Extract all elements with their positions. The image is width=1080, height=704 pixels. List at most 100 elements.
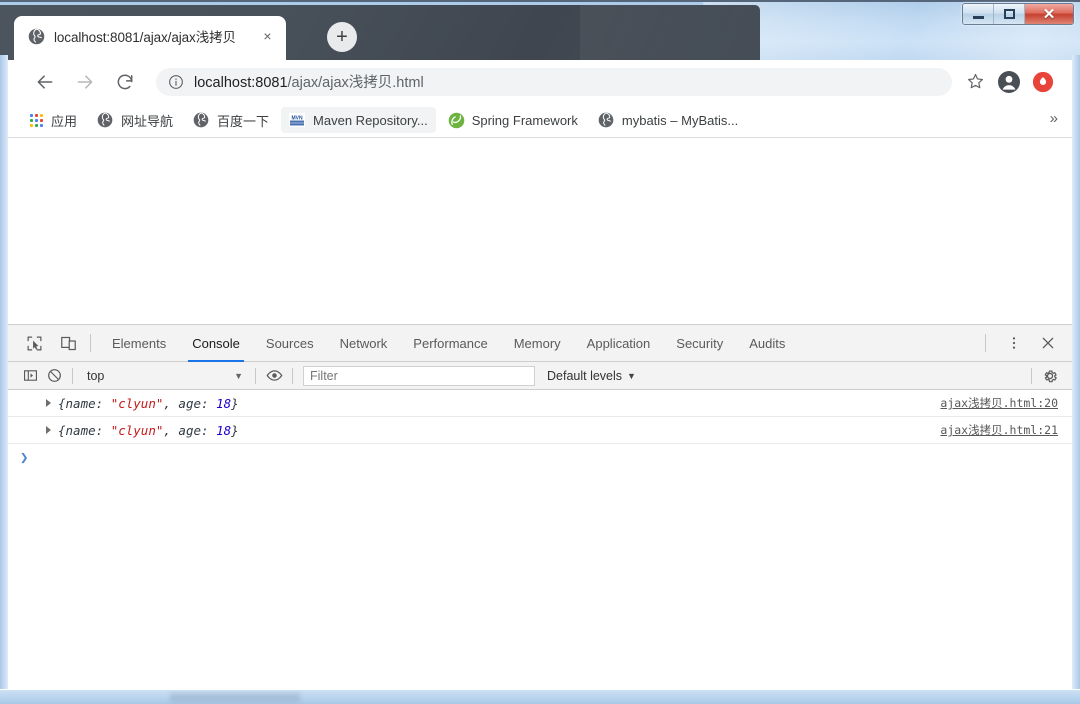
object-string-value: "clyun" bbox=[110, 422, 164, 438]
url-host: localhost:8081 bbox=[194, 75, 288, 91]
devtools-tab-application[interactable]: Application bbox=[574, 325, 664, 362]
devtools-tab-security[interactable]: Security bbox=[663, 325, 736, 362]
maven-icon: MVN bbox=[289, 112, 306, 128]
devtools-close-button[interactable] bbox=[1034, 329, 1062, 357]
back-button[interactable] bbox=[28, 65, 62, 99]
devtools-more-button[interactable] bbox=[1000, 329, 1028, 357]
console-context-value: top bbox=[87, 368, 105, 383]
window-bottom-edge bbox=[0, 689, 1080, 704]
bookmark-star-button[interactable] bbox=[960, 67, 990, 97]
address-bar-text: localhost:8081/ajax/ajax浅拷贝.html bbox=[194, 71, 424, 92]
filter-divider bbox=[72, 367, 73, 384]
bookmark-item-4[interactable]: mybatis – MyBatis... bbox=[590, 107, 746, 133]
toolbar-divider bbox=[985, 334, 986, 352]
globe-icon bbox=[28, 28, 45, 45]
new-tab-button[interactable]: + bbox=[327, 22, 357, 52]
arrow-right-icon bbox=[77, 74, 93, 89]
close-icon: ✕ bbox=[1042, 6, 1056, 23]
svg-text:MVN: MVN bbox=[291, 115, 303, 121]
object-middle: , age: bbox=[163, 395, 217, 411]
arrow-left-icon bbox=[37, 74, 53, 89]
bookmark-item-0[interactable]: 网址导航 bbox=[89, 107, 181, 133]
bookmark-label: 网址导航 bbox=[121, 113, 174, 129]
maximize-button[interactable] bbox=[994, 4, 1025, 24]
console-filter-bar: top ▼ Filter Default levels ▼ bbox=[8, 362, 1072, 390]
devtools-tab-audits[interactable]: Audits bbox=[736, 325, 798, 362]
bookmark-item-3[interactable]: Spring Framework bbox=[440, 107, 586, 133]
url-path: /ajax/ajax浅拷贝.html bbox=[287, 75, 424, 91]
devtools-panel: Elements Console Sources Network Perform… bbox=[8, 324, 1072, 689]
bookmark-label: Maven Repository... bbox=[313, 112, 428, 128]
console-message-row[interactable]: {name: "clyun", age: 18} ajax浅拷贝.html:21 bbox=[8, 417, 1072, 444]
bookmarks-bar: 应用 网址导航 百度一下 MVN Maven Repository... Spr… bbox=[8, 103, 1072, 138]
object-number-value: 18 bbox=[216, 395, 232, 411]
console-message-text: {name: "clyun", age: 18} bbox=[58, 396, 239, 411]
filter-divider bbox=[255, 367, 256, 384]
device-toolbar-icon[interactable] bbox=[54, 329, 82, 357]
spring-leaf-icon bbox=[448, 112, 464, 129]
bookmark-label: Spring Framework bbox=[471, 112, 578, 128]
chrome-menu-button[interactable] bbox=[1028, 67, 1058, 97]
browser-window: ✕ localhost:8081/ajax/ajax浅拷贝 × + localh… bbox=[0, 0, 1080, 704]
page-content-area bbox=[8, 138, 1072, 324]
clear-console-icon[interactable] bbox=[42, 364, 66, 388]
filter-divider bbox=[292, 367, 293, 384]
close-window-button[interactable]: ✕ bbox=[1025, 4, 1073, 24]
prompt-chevron-icon: ❯ bbox=[20, 450, 29, 466]
reload-icon bbox=[117, 74, 133, 89]
minimize-icon bbox=[972, 16, 984, 19]
close-icon bbox=[1042, 337, 1054, 349]
bookmark-apps[interactable]: 应用 bbox=[22, 107, 85, 133]
object-suffix: } bbox=[231, 395, 239, 411]
apps-grid-icon bbox=[30, 113, 43, 127]
devtools-tab-sources[interactable]: Sources bbox=[253, 325, 327, 362]
window-top-edge bbox=[0, 0, 1080, 2]
console-level-value: Default levels bbox=[547, 368, 623, 383]
devtools-tab-console[interactable]: Console bbox=[179, 325, 253, 362]
devtools-tab-elements[interactable]: Elements bbox=[99, 325, 179, 362]
object-string-value: "clyun" bbox=[110, 395, 164, 411]
forward-button[interactable] bbox=[68, 65, 102, 99]
console-source-link[interactable]: ajax浅拷贝.html:21 bbox=[940, 422, 1058, 438]
devtools-tab-network[interactable]: Network bbox=[327, 325, 401, 362]
console-filter-input[interactable]: Filter bbox=[303, 365, 535, 386]
reload-button[interactable] bbox=[108, 65, 142, 99]
address-bar[interactable]: localhost:8081/ajax/ajax浅拷贝.html bbox=[156, 67, 952, 96]
inspect-element-icon[interactable] bbox=[20, 329, 48, 357]
window-controls: ✕ bbox=[962, 3, 1074, 25]
globe-icon bbox=[193, 112, 209, 128]
chevron-down-icon: ▼ bbox=[627, 370, 636, 381]
console-message-text: {name: "clyun", age: 18} bbox=[58, 423, 239, 438]
toolbar-divider bbox=[90, 334, 91, 352]
tab-close-icon[interactable]: × bbox=[259, 28, 276, 45]
object-prefix: {name: bbox=[58, 422, 111, 438]
info-circle-icon[interactable] bbox=[168, 74, 184, 90]
expand-arrow-icon[interactable] bbox=[46, 426, 51, 434]
console-sidebar-icon[interactable] bbox=[18, 364, 42, 388]
gear-icon[interactable] bbox=[1038, 364, 1062, 388]
devtools-tabbar-actions bbox=[977, 329, 1072, 357]
minimize-button[interactable] bbox=[963, 4, 994, 24]
devtools-tab-performance[interactable]: Performance bbox=[400, 325, 500, 362]
console-settings-area bbox=[1025, 364, 1072, 388]
live-expression-eye-icon[interactable] bbox=[262, 364, 286, 388]
console-source-link[interactable]: ajax浅拷贝.html:20 bbox=[940, 395, 1058, 411]
console-input-prompt[interactable]: ❯ bbox=[8, 444, 1072, 472]
window-right-border bbox=[1072, 55, 1080, 689]
devtools-tab-memory[interactable]: Memory bbox=[501, 325, 574, 362]
object-suffix: } bbox=[231, 422, 239, 438]
profile-button[interactable] bbox=[994, 67, 1024, 97]
bookmarks-overflow-button[interactable]: » bbox=[1050, 110, 1058, 127]
browser-tab[interactable]: localhost:8081/ajax/ajax浅拷贝 × bbox=[14, 16, 286, 60]
bookmark-label-apps: 应用 bbox=[51, 113, 78, 129]
bookmark-item-1[interactable]: 百度一下 bbox=[185, 107, 277, 133]
object-middle: , age: bbox=[163, 422, 217, 438]
console-level-selector[interactable]: Default levels ▼ bbox=[547, 369, 636, 383]
console-message-row[interactable]: {name: "clyun", age: 18} ajax浅拷贝.html:20 bbox=[8, 390, 1072, 417]
console-message-list: {name: "clyun", age: 18} ajax浅拷贝.html:20… bbox=[8, 390, 1072, 689]
console-context-selector[interactable]: top ▼ bbox=[79, 366, 249, 386]
expand-arrow-icon[interactable] bbox=[46, 399, 51, 407]
maximize-icon bbox=[1003, 9, 1015, 19]
bookmark-item-2[interactable]: MVN Maven Repository... bbox=[281, 107, 436, 133]
bookmark-label: 百度一下 bbox=[217, 113, 270, 129]
